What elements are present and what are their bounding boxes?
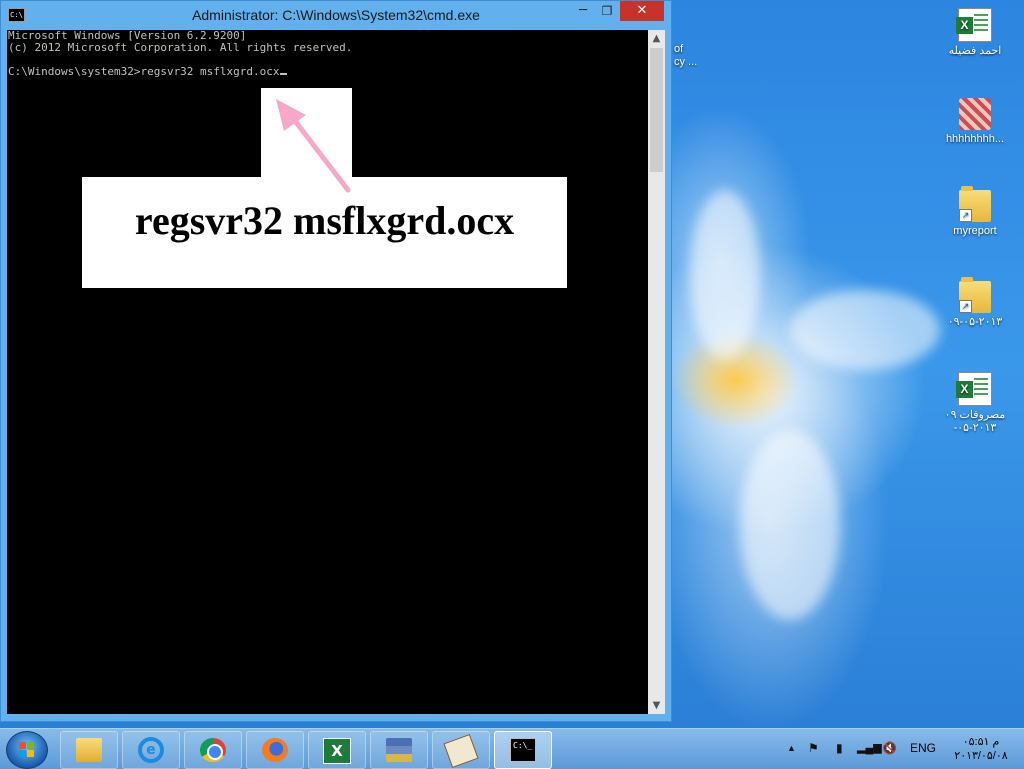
pink-arrow-icon <box>276 99 351 193</box>
desktop-icon-label: احمد فضيله <box>948 45 1002 57</box>
taskbar: e X C:\_ ▲ ⚑ ▮ ▂▄▆ 🔇 ENG م ۰۵:۵۱ ۲۰۱۳/۰۵… <box>0 728 1024 769</box>
pattern-image-icon <box>959 98 991 130</box>
folder-shortcut-icon: ↗ <box>959 277 991 313</box>
console-prompt-line[interactable]: C:\Windows\system32>regsvr32 msflxgrd.oc… <box>8 66 648 78</box>
network-signal-icon[interactable]: ▂▄▆ <box>857 741 882 754</box>
minimize-button[interactable]: ─ <box>571 1 595 21</box>
text-cursor <box>279 73 287 75</box>
clock-time: م ۰۵:۵۱ <box>962 736 1000 748</box>
battery-icon[interactable]: ▮ <box>836 741 843 755</box>
callout-text: regsvr32 msflxgrd.ocx <box>134 198 515 243</box>
volume-muted-icon[interactable]: 🔇 <box>882 741 897 755</box>
close-button[interactable]: ✕ <box>620 1 664 21</box>
desktop-icon-excel-file[interactable]: احمد فضيله <box>935 8 1015 58</box>
desktop-icon-label: ۰۹-۰۵-۲۰۱۳ <box>947 316 1003 328</box>
scroll-up-arrow-icon[interactable]: ▲ <box>648 30 665 47</box>
partial-desktop-label: of cy ... <box>674 43 698 68</box>
wallpaper-petal <box>740 430 840 620</box>
scrollbar-thumb[interactable] <box>650 48 663 172</box>
folder-shortcut-icon: ↗ <box>959 186 991 222</box>
desktop-icon-label: -۰۵-۲۰۱۳ <box>953 422 997 434</box>
wallpaper-petal <box>690 190 760 360</box>
desktop-icon-label: myreport <box>953 225 997 237</box>
desktop-icon-folder-date[interactable]: ↗ ۰۹-۰۵-۲۰۱۳ <box>935 277 1015 329</box>
system-tray: ▲ ⚑ ▮ ▂▄▆ 🔇 ENG م ۰۵:۵۱ ۲۰۱۳/۰۵/۰۸ <box>0 729 1024 769</box>
action-center-flag-icon[interactable]: ⚑ <box>808 741 819 755</box>
maximize-button[interactable]: ❐ <box>595 1 619 21</box>
desktop-icon-myreport[interactable]: ↗ myreport <box>935 186 1015 238</box>
desktop-icon-image[interactable]: hhhhhhhh... <box>935 98 1015 146</box>
desktop-icon-expenses[interactable]: مصروفات ۰۹ -۰۵-۲۰۱۳ <box>935 372 1015 435</box>
desktop-icon-label: hhhhhhhh... <box>945 133 1005 145</box>
console-command: C:\Windows\system32>regsvr32 msflxgrd.oc… <box>8 65 280 78</box>
vertical-scrollbar[interactable]: ▲ ▼ <box>648 30 665 714</box>
excel-file-icon <box>956 8 992 42</box>
input-language[interactable]: ENG <box>910 741 936 755</box>
excel-file-icon <box>956 372 992 406</box>
console-line: (c) 2012 Microsoft Corporation. All righ… <box>8 41 353 54</box>
scroll-down-arrow-icon[interactable]: ▼ <box>648 697 665 714</box>
wallpaper-petal <box>790 290 940 370</box>
desktop-icon-label: مصروفات ۰۹ <box>944 409 1006 421</box>
window-titlebar[interactable]: C:\ Administrator: C:\Windows\System32\c… <box>1 1 671 29</box>
clock-date: ۲۰۱۳/۰۵/۰۸ <box>954 750 1008 762</box>
clock[interactable]: م ۰۵:۵۱ ۲۰۱۳/۰۵/۰۸ <box>946 735 1016 763</box>
show-hidden-icons-icon[interactable]: ▲ <box>787 743 796 753</box>
